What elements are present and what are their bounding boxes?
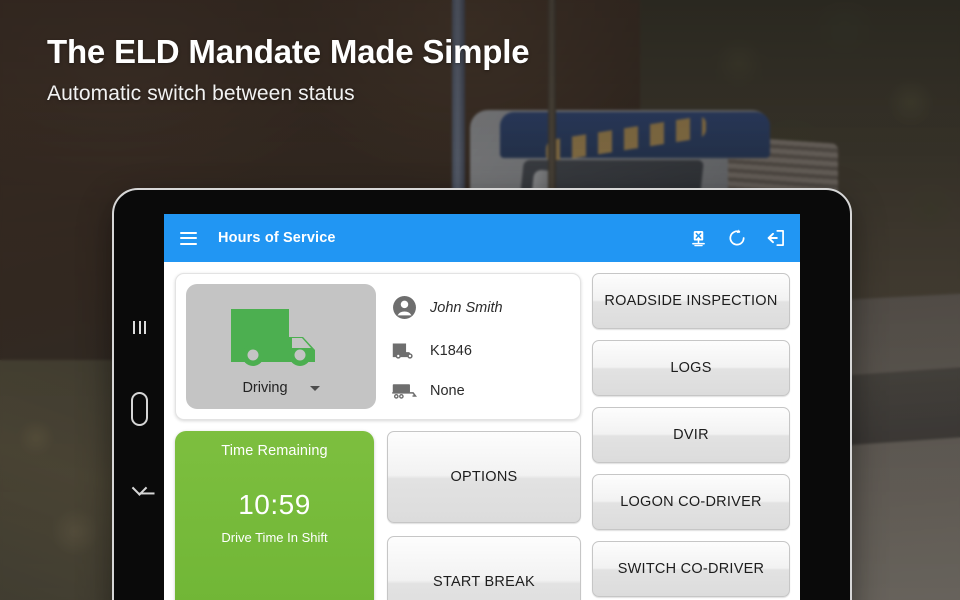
middle-button-group: OPTIONS START BREAK [387,431,581,600]
duty-status-selector[interactable]: Driving [186,284,376,409]
person-icon [392,295,417,320]
switch-co-driver-button[interactable]: SWITCH CO-DRIVER [591,541,790,597]
app-bar: Hours of Service [164,214,800,262]
driver-info-list: John Smith K1846 None [392,284,570,409]
tablet-device-frame: Hours of Service Driving John Smith K184… [112,188,852,600]
options-button[interactable]: OPTIONS [387,431,581,523]
duty-status-label: Driving [242,380,288,396]
app-content: Driving John Smith K1846 None Time Remai… [164,262,800,600]
vehicle-id: K1846 [430,342,472,359]
trailer-row: None [392,381,570,400]
recent-apps-button[interactable] [132,321,146,334]
app-title: Hours of Service [218,230,336,246]
truck-icon [392,341,417,360]
time-remaining-title: Time Remaining [221,443,328,459]
back-button[interactable] [131,480,147,496]
driver-name: John Smith [430,299,503,316]
delivery-truck-icon [229,303,333,374]
promo-subheadline: Automatic switch between status [47,82,355,106]
logout-icon[interactable] [766,228,786,248]
chevron-down-icon[interactable] [309,385,320,391]
android-navigation-bar [114,190,164,600]
time-remaining-subtitle: Drive Time In Shift [221,530,328,545]
vehicle-row: K1846 [392,341,570,360]
driver-name-row: John Smith [392,295,570,320]
left-column: Driving John Smith K1846 None Time Remai… [175,273,581,600]
promo-screenshot: The ELD Mandate Made Simple Automatic sw… [0,0,960,600]
time-remaining-panel: Time Remaining 10:59 Drive Time In Shift [175,431,374,600]
tablet-screen: Hours of Service Driving John Smith K184… [164,214,800,600]
logs-button[interactable]: LOGS [591,340,790,396]
app-bar-actions [689,228,786,248]
logon-co-driver-button[interactable]: LOGON CO-DRIVER [591,474,790,530]
refresh-icon[interactable] [727,228,747,248]
lower-left-row: Time Remaining 10:59 Drive Time In Shift… [175,431,581,600]
start-break-button[interactable]: START BREAK [387,536,581,600]
eld-disconnected-icon[interactable] [689,229,708,248]
right-button-column: ROADSIDE INSPECTION LOGS DVIR LOGON CO-D… [591,273,790,600]
trailer-id: None [430,382,465,399]
hamburger-menu-icon[interactable] [180,231,197,245]
time-remaining-value: 10:59 [238,489,311,520]
promo-text-block: The ELD Mandate Made Simple Automatic sw… [47,33,667,106]
trailer-icon [392,381,417,400]
driver-status-card: Driving John Smith K1846 None [175,273,581,420]
home-button[interactable] [130,392,148,426]
roadside-inspection-button[interactable]: ROADSIDE INSPECTION [591,273,790,329]
promo-headline: The ELD Mandate Made Simple [47,33,530,70]
duty-status-row: Driving [242,380,320,396]
dvir-button[interactable]: DVIR [591,407,790,463]
